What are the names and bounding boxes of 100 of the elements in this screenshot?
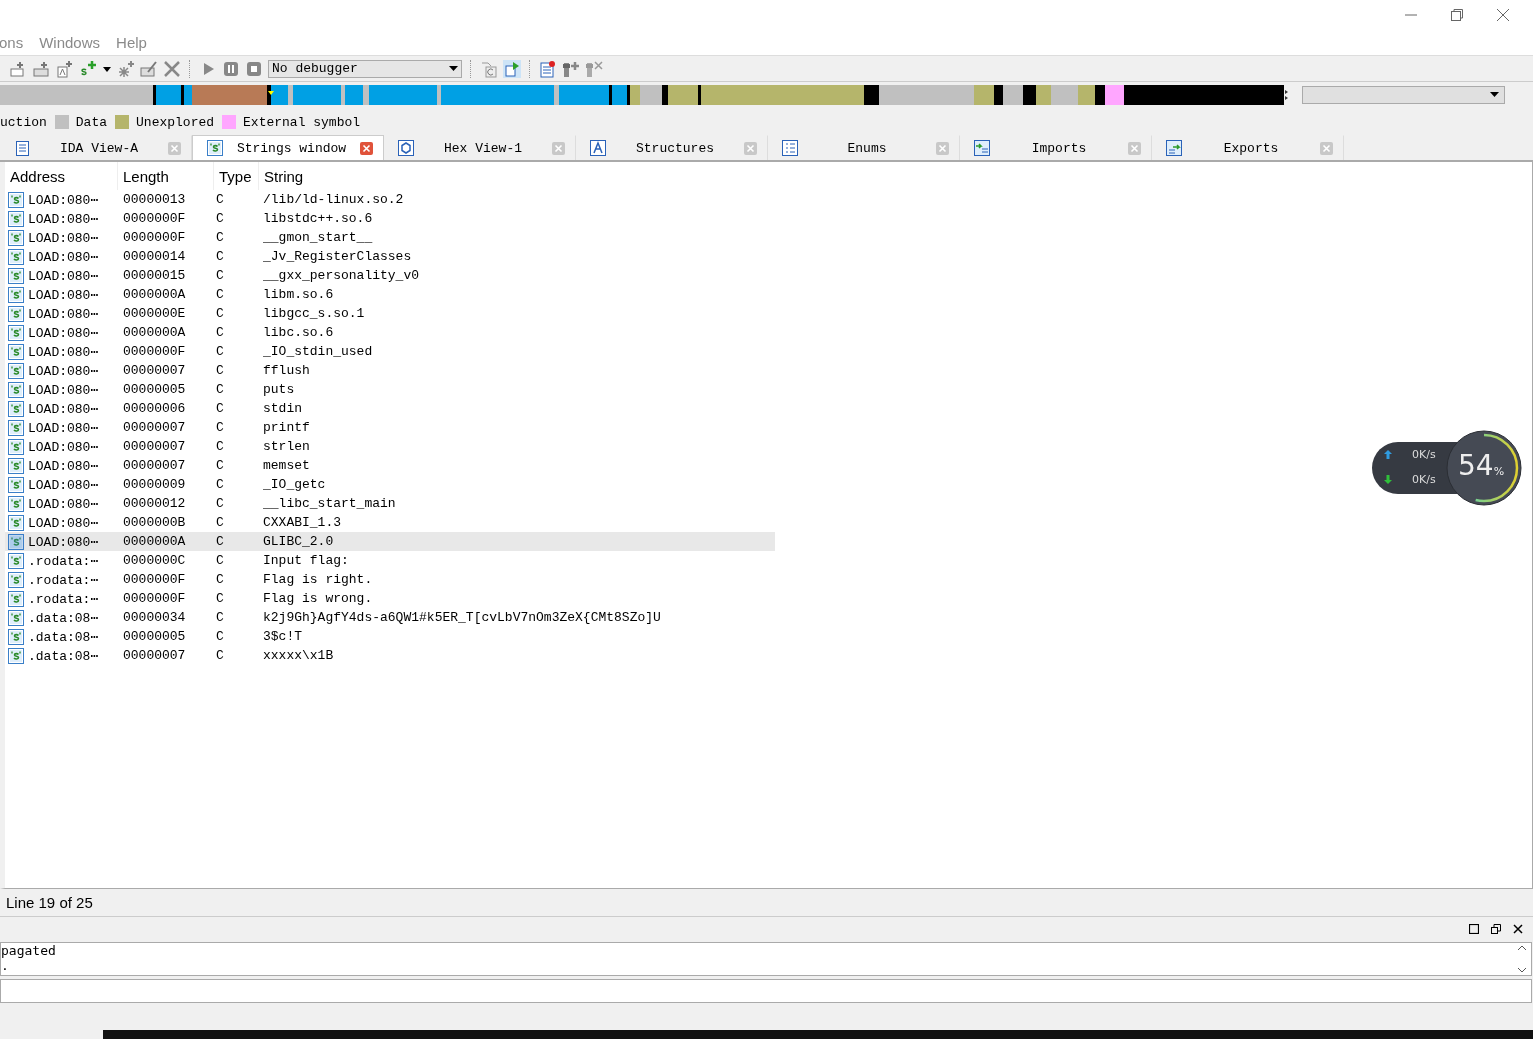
table-cell: LOAD:080⋯ — [28, 229, 99, 246]
table-cell-text: Flag is right. — [262, 572, 374, 587]
table-cell: LOAD:080⋯ — [28, 381, 99, 398]
table-cell-text: 00000034 — [122, 610, 187, 625]
table-row[interactable]: LOAD:080⋯ 0000000F C libstdc++.so.6 — [5, 209, 775, 228]
table-cell-text: puts — [262, 382, 296, 397]
make-data-icon[interactable] — [33, 59, 51, 78]
table-cell: LOAD:080⋯ — [28, 362, 99, 379]
scroll-up-icon[interactable] — [1518, 945, 1526, 951]
table-row[interactable]: LOAD:080⋯ 00000007 C strlen — [5, 437, 775, 456]
debugger-select[interactable]: No debugger — [268, 59, 462, 78]
column-header[interactable]: Type — [214, 162, 259, 190]
add-breakpoint-icon[interactable] — [562, 59, 580, 78]
table-cell-text: 0000000A — [122, 534, 187, 549]
column-header[interactable]: Address — [5, 162, 118, 190]
table-row[interactable]: LOAD:080⋯ 00000012 C __libc_start_main — [5, 494, 775, 513]
table-cell-text: 00000007 — [122, 458, 187, 473]
table-row[interactable]: LOAD:080⋯ 0000000A C libm.so.6 — [5, 285, 775, 304]
menu-item[interactable]: ons — [0, 34, 24, 51]
table-cell-text: 0000000F — [122, 572, 187, 587]
table-row[interactable]: LOAD:080⋯ 0000000A C libc.so.6 — [5, 323, 775, 342]
table-cell-text: xxxxx\x1B — [262, 648, 335, 663]
table-row[interactable]: .data:08⋯ 00000007 C xxxxx\x1B — [5, 646, 775, 665]
table-cell-text: 00000009 — [122, 477, 187, 492]
string-icon — [8, 229, 24, 246]
close-icon[interactable] — [1513, 924, 1523, 934]
table-row[interactable]: .data:08⋯ 00000034 C k2j9Gh}AgfY4ds-a6QW1#k5ER_T[cvLbV7nOm3ZeX{CMt8SZo]U — [5, 608, 775, 627]
table-cell: LOAD:080⋯ — [28, 267, 99, 284]
table-cell-text: 00000007 — [122, 420, 187, 435]
table-row[interactable]: LOAD:080⋯ 00000015 C __gxx_personality_v0 — [5, 266, 775, 285]
table-cell-text: 00000005 — [122, 629, 187, 644]
string-icon — [8, 628, 24, 645]
table-cell-text: C — [215, 439, 225, 454]
table-cell-text: stdin — [262, 401, 303, 416]
table-row[interactable]: LOAD:080⋯ 00000006 C stdin — [5, 399, 775, 418]
percent-unit: % — [1493, 465, 1505, 478]
table-cell: LOAD:080⋯ — [28, 191, 99, 208]
breakpoint-list-icon[interactable] — [539, 59, 557, 78]
table-row[interactable]: LOAD:080⋯ 0000000A C GLIBC_2.0 — [5, 532, 775, 551]
table-row[interactable]: .rodata:⋯ 0000000F C Flag is wrong. — [5, 589, 775, 608]
table-cell: LOAD:080⋯ — [28, 343, 99, 360]
table-row[interactable]: LOAD:080⋯ 00000005 C puts — [5, 380, 775, 399]
output-line: pagated — [1, 943, 56, 958]
table-row[interactable]: LOAD:080⋯ 00000009 C _IO_getc — [5, 475, 775, 494]
delete-icon[interactable] — [163, 59, 181, 78]
decompile-icon[interactable] — [480, 59, 498, 78]
pause-icon[interactable] — [222, 59, 240, 78]
table-row[interactable]: LOAD:080⋯ 0000000F C _IO_stdin_used — [5, 342, 775, 361]
table-cell-text: C — [215, 287, 225, 302]
table-cell-text: strlen — [262, 439, 311, 454]
legend-label: uction — [0, 114, 47, 130]
tab[interactable]: Strings window — [192, 135, 384, 160]
exports-icon — [1166, 140, 1182, 156]
table-cell: LOAD:080⋯ — [28, 419, 99, 436]
table-row[interactable]: LOAD:080⋯ 0000000E C libgcc_s.so.1 — [5, 304, 775, 323]
table-cell-text: C — [215, 534, 225, 549]
stop-icon[interactable] — [245, 59, 263, 78]
table-cell-text: __gxx_personality_v0 — [262, 268, 421, 283]
add-string-icon[interactable] — [79, 59, 97, 78]
string-icon — [8, 419, 24, 436]
table-cell: LOAD:080⋯ — [28, 438, 99, 455]
column-header[interactable]: String — [259, 162, 775, 190]
rename-icon[interactable] — [140, 59, 158, 78]
table-cell-text: 00000005 — [122, 382, 187, 397]
undefine-icon[interactable] — [117, 59, 135, 78]
table-row[interactable]: .rodata:⋯ 0000000C C Input flag: — [5, 551, 775, 570]
string-icon — [8, 210, 24, 227]
menu-item[interactable]: Help — [116, 34, 147, 51]
column-header[interactable]: Length — [118, 162, 214, 190]
maximize-icon[interactable] — [1469, 924, 1479, 934]
menu-item[interactable]: Windows — [39, 34, 101, 51]
table-cell: .data:08⋯ — [28, 609, 99, 626]
navigation-band-drawing[interactable] — [0, 85, 1284, 105]
scroll-arrows-icon[interactable] — [1284, 90, 1288, 100]
table-row[interactable]: LOAD:080⋯ 00000014 C _Jv_RegisterClasses — [5, 247, 775, 266]
table-row[interactable]: LOAD:080⋯ 00000013 C /lib/ld-linux.so.2 — [5, 190, 775, 209]
close-tab-icon[interactable] — [360, 141, 373, 155]
make-ascii-icon[interactable] — [56, 59, 74, 78]
table-cell: LOAD:080⋯ — [28, 305, 99, 322]
restore-icon[interactable] — [1451, 9, 1463, 21]
table-row[interactable]: LOAD:080⋯ 00000007 C fflush — [5, 361, 775, 380]
table-cell-text: 0000000E — [122, 306, 187, 321]
table-row[interactable]: LOAD:080⋯ 0000000B C CXXABI_1.3 — [5, 513, 775, 532]
table-row[interactable]: LOAD:080⋯ 00000007 C memset — [5, 456, 775, 475]
table-cell-text: Flag is wrong. — [262, 591, 374, 606]
table-cell-text: 00000015 — [122, 268, 187, 283]
table-cell-text: C — [215, 572, 225, 587]
table-row[interactable]: LOAD:080⋯ 00000007 C printf — [5, 418, 775, 437]
scroll-down-icon[interactable] — [1518, 967, 1526, 973]
delete-breakpoint-icon[interactable] — [585, 59, 603, 78]
table-row[interactable]: .rodata:⋯ 0000000F C Flag is right. — [5, 570, 775, 589]
table-cell-text: Input flag: — [262, 553, 350, 568]
table-row[interactable]: .data:08⋯ 00000005 C 3$c!T — [5, 627, 775, 646]
caret-icon — [449, 65, 458, 72]
run-script-icon[interactable] — [503, 59, 521, 78]
table-row[interactable]: LOAD:080⋯ 0000000F C __gmon_start__ — [5, 228, 775, 247]
float-icon[interactable] — [1491, 924, 1501, 934]
legend-label: Unexplored — [136, 114, 215, 130]
table-cell: .data:08⋯ — [28, 628, 99, 645]
command-input[interactable] — [0, 979, 1532, 1003]
